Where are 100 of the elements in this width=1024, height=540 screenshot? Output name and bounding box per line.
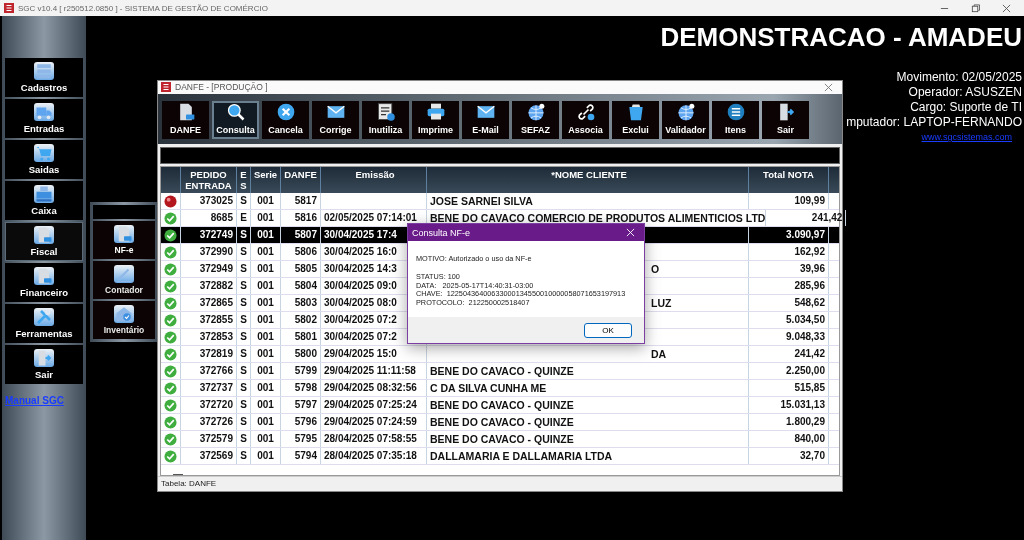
toolbar-button[interactable]: E-Mail [462, 100, 509, 139]
toolbar-button[interactable]: Sair [762, 100, 809, 139]
table-cell: 29/04/2025 08:32:56 [324, 382, 417, 393]
truck-icon [34, 103, 54, 121]
table-cell: S [237, 227, 251, 243]
toolbar-button[interactable]: Imprime [412, 100, 459, 139]
table-cell: 372569 [181, 448, 237, 464]
sidebar-item[interactable]: Fiscal [5, 222, 83, 261]
document-icon [34, 226, 54, 244]
table-cell: 162,92 [749, 244, 829, 260]
toolbar-button[interactable]: Associa [562, 100, 609, 139]
table-cell: 372766 [181, 363, 237, 379]
sidebar-item[interactable]: Sair [5, 345, 83, 384]
table-cell: 5806 [281, 244, 321, 260]
toolbar-button[interactable]: SEFAZ [512, 100, 559, 139]
table-cell: 5816 [281, 210, 321, 226]
table-cell: 001 [251, 227, 281, 243]
table-cell: 001 [251, 380, 281, 396]
table-cell: 3.090,97 [749, 227, 829, 243]
close-icon[interactable] [824, 82, 833, 92]
table-cell: 15.031,13 [749, 397, 829, 413]
sidebar-item[interactable]: Saidas [5, 140, 83, 179]
table-cell: 372819 [181, 346, 237, 362]
table-cell: 5797 [281, 397, 321, 413]
table-cell: 372737 [181, 380, 237, 396]
table-cell: 5794 [281, 448, 321, 464]
column-header[interactable]: E S [237, 167, 251, 193]
cart-icon [34, 144, 54, 162]
column-header[interactable]: Emissão [321, 167, 427, 193]
ok-button[interactable]: OK [584, 322, 632, 338]
stack-icon [34, 62, 54, 80]
table-cell: 372949 [181, 261, 237, 277]
table-cell: 001 [251, 261, 281, 277]
table-cell: S [237, 448, 251, 464]
table-cell: 5802 [281, 312, 321, 328]
window-title: DANFE - [PRODUÇÃO ] [175, 82, 268, 93]
column-header[interactable]: DANFE [281, 167, 321, 193]
table-cell: 001 [251, 397, 281, 413]
toolbar-button[interactable]: Cancela [262, 100, 309, 139]
table-cell: 109,99 [749, 193, 829, 209]
table-cell: 5804 [281, 278, 321, 294]
column-header[interactable]: *NOME CLIENTE [427, 167, 749, 193]
table-cell: 515,85 [749, 380, 829, 396]
table-cell: 001 [251, 346, 281, 362]
link-icon [575, 101, 596, 122]
table-cell: S [237, 397, 251, 413]
table-cell: S [237, 414, 251, 430]
table-cell: S [237, 261, 251, 277]
sidebar-item[interactable]: Caixa [5, 181, 83, 220]
table-cell: 373025 [181, 193, 237, 209]
close-icon[interactable] [1002, 3, 1011, 13]
register-icon [34, 185, 54, 203]
sidebar-item[interactable]: Entradas [5, 99, 83, 138]
app-logo-icon [4, 3, 14, 13]
submenu-item[interactable]: NF-e [93, 221, 155, 259]
submenu-header [93, 205, 155, 219]
toolbar-button[interactable]: Corrige [312, 100, 359, 139]
table-cell: 001 [251, 244, 281, 260]
session-info: Movimento: 02/05/2025 [896, 70, 1022, 85]
table-cell: BENE DO CAVACO COMERCIO DE PRODUTOS ALIMENTICIOS LTD [430, 212, 766, 224]
search-icon [225, 101, 246, 122]
sidebar-item[interactable]: Ferramentas [5, 304, 83, 343]
table-cell: 548,62 [749, 295, 829, 311]
table-cell: 5803 [281, 295, 321, 311]
table-cell: 001 [251, 414, 281, 430]
table-cell: 372882 [181, 278, 237, 294]
table-cell: 372990 [181, 244, 237, 260]
session-info: Operador: ASUSZEN [908, 85, 1022, 100]
printer-icon [425, 101, 446, 122]
toolbar-button[interactable]: Consulta [212, 100, 259, 139]
table-cell: 30/04/2025 07:2 [324, 331, 397, 342]
document-icon [34, 267, 54, 285]
column-header[interactable]: Total NOTA [749, 167, 829, 193]
toolbar-button[interactable]: Exclui [612, 100, 659, 139]
table-cell: 28/04/2025 07:35:18 [324, 450, 417, 461]
column-header[interactable]: Serie [251, 167, 281, 193]
table-cell: S [237, 380, 251, 396]
table-cell: 5801 [281, 329, 321, 345]
table-cell: 5796 [281, 414, 321, 430]
sidebar-item[interactable]: Financeiro [5, 263, 83, 302]
sidebar-item[interactable]: Cadastros [5, 58, 83, 97]
table-cell: 30/04/2025 08:0 [324, 297, 397, 308]
toolbar-button[interactable]: DANFE [162, 100, 209, 139]
submenu-item[interactable]: Contador [93, 261, 155, 299]
table-cell: 30/04/2025 17:4 [324, 229, 397, 240]
toolbar-button[interactable]: Itens [712, 100, 759, 139]
table-cell: O [651, 263, 660, 275]
table-cell: 29/04/2025 07:25:24 [324, 399, 417, 410]
submenu-item[interactable]: Inventário [93, 301, 155, 339]
table-cell: 001 [251, 295, 281, 311]
toolbar-button[interactable]: Validador [662, 100, 709, 139]
table-cell: 9.048,33 [749, 329, 829, 345]
column-header[interactable]: PEDIDO ENTRADA [181, 167, 237, 193]
toolbar-button[interactable]: Inutiliza [362, 100, 409, 139]
table-cell: S [237, 346, 251, 362]
table-cell: DALLAMARIA E DALLAMARIA LTDA [430, 450, 613, 462]
pen-icon [114, 265, 134, 283]
table-cell: 372865 [181, 295, 237, 311]
table-cell: 29/04/2025 15:0 [324, 348, 397, 359]
restore-icon[interactable] [971, 3, 980, 13]
